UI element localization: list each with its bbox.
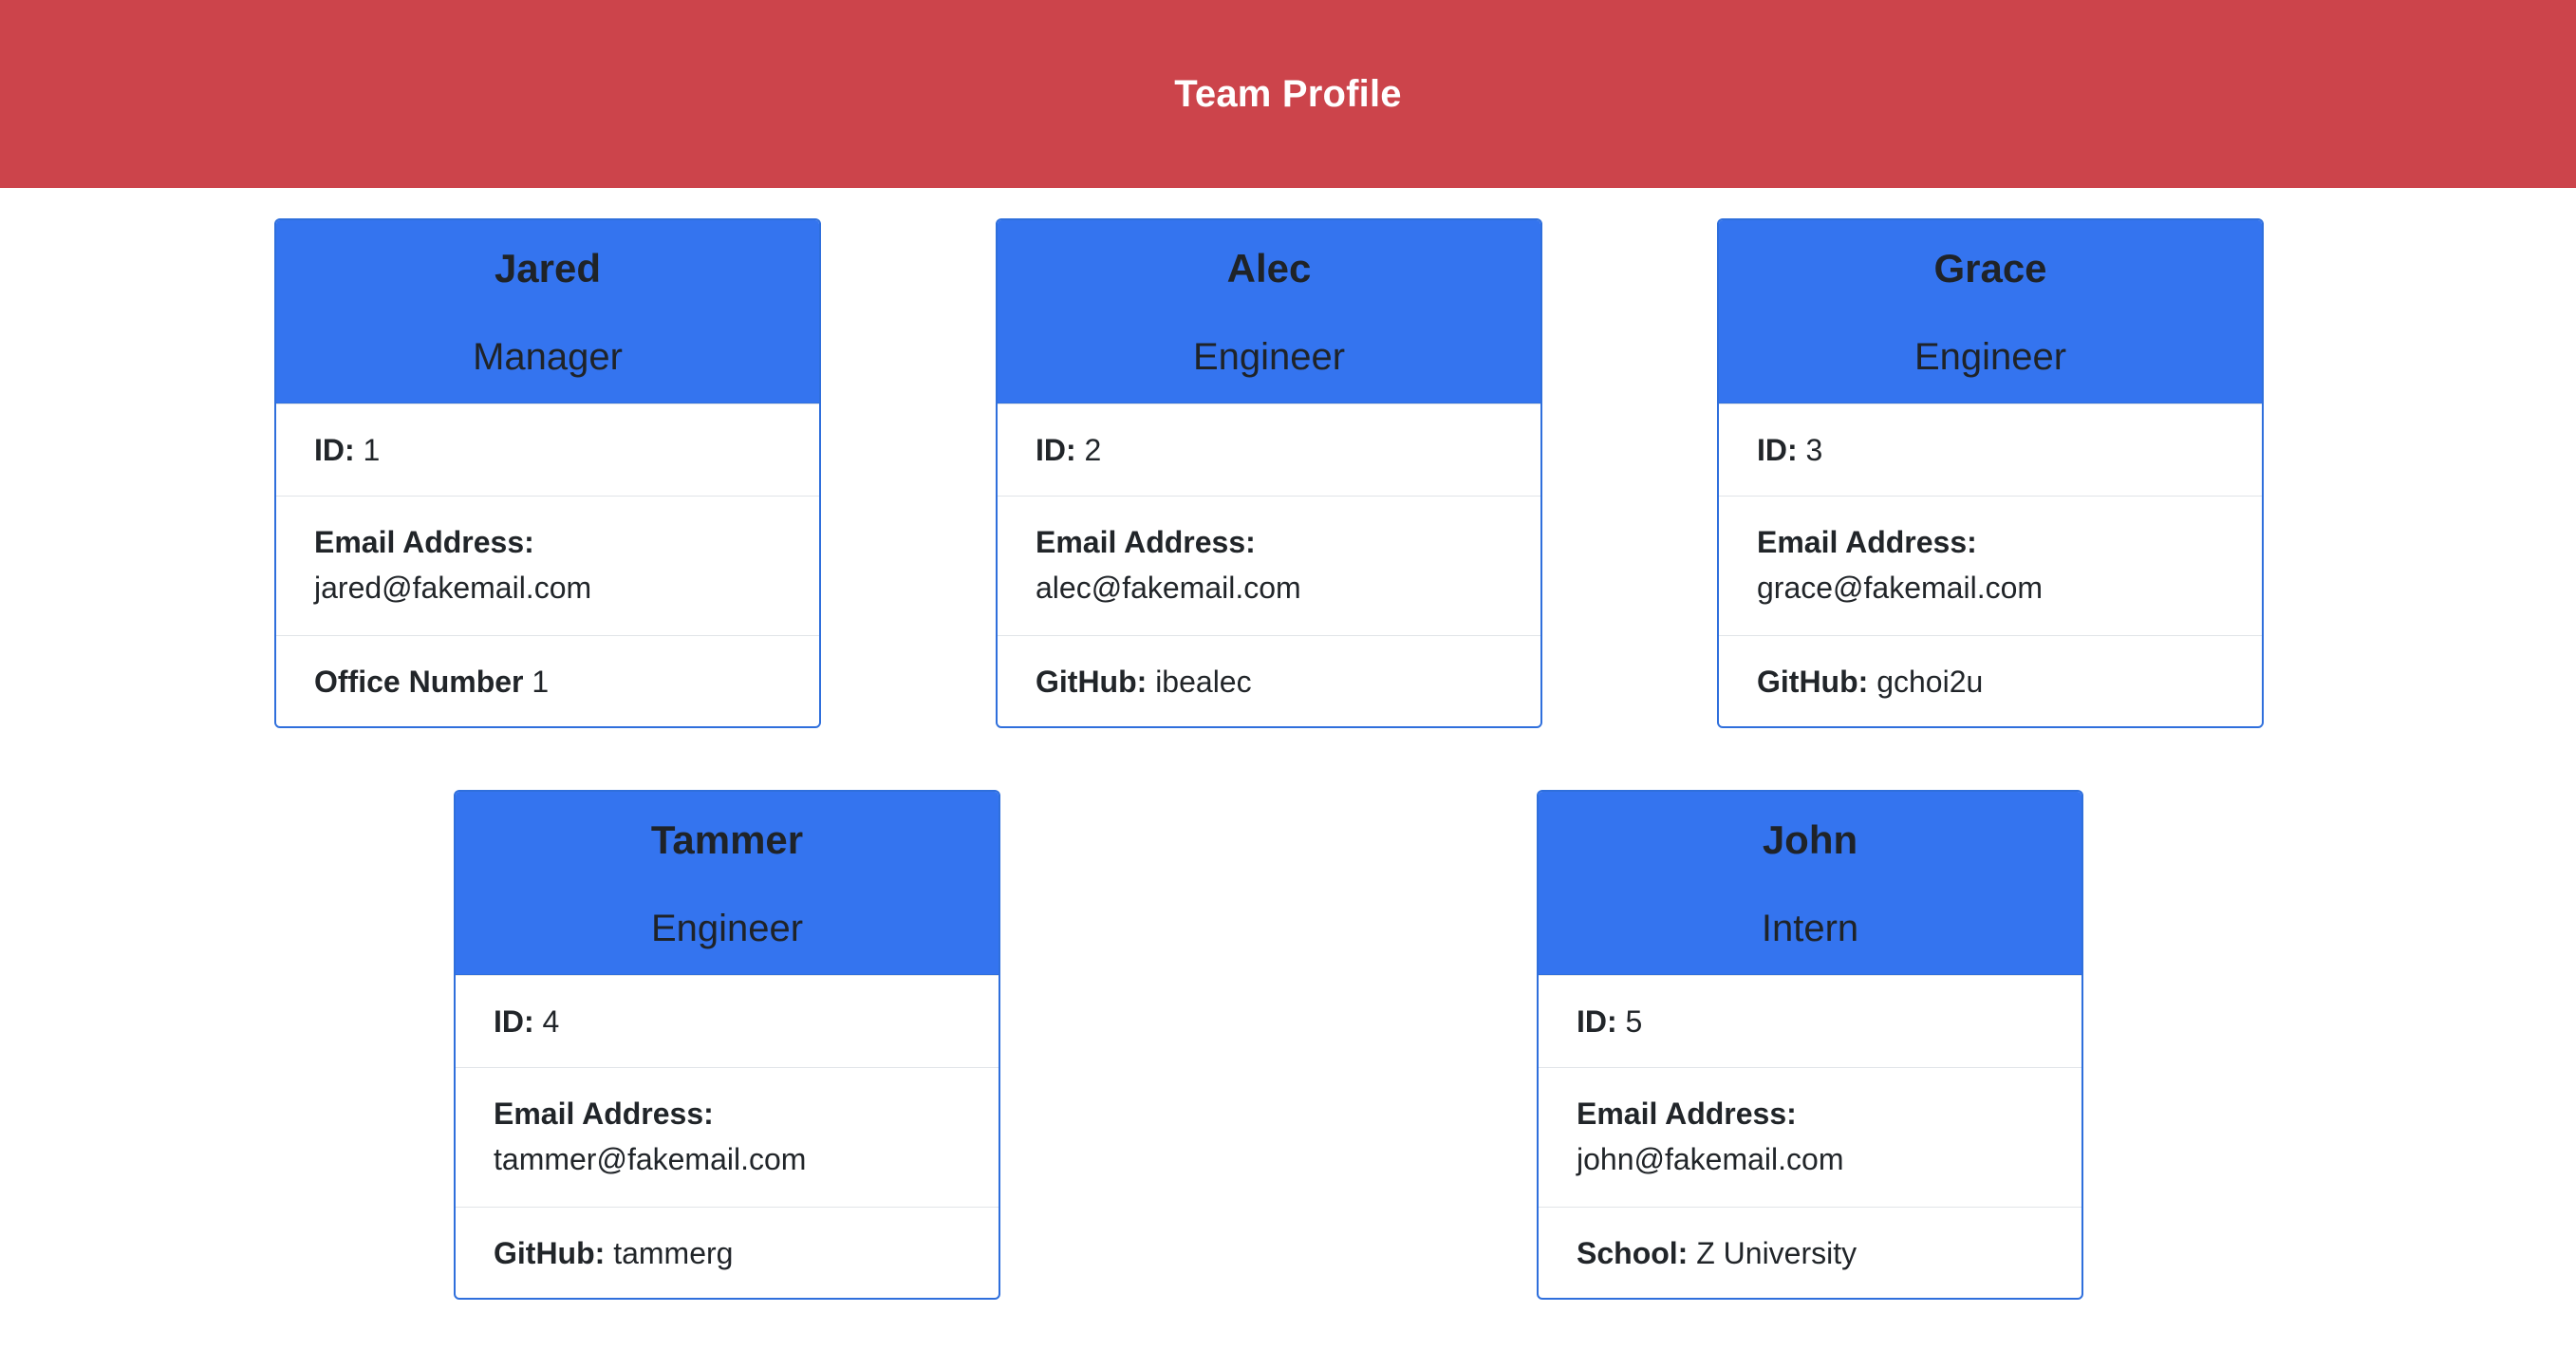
employee-id-row: ID: 3 [1719, 403, 2262, 496]
email-link[interactable]: alec@fakemail.com [1036, 571, 1301, 605]
id-value: 3 [1805, 433, 1823, 467]
employee-school-row: School: Z University [1539, 1207, 2081, 1298]
employee-github-row: GitHub: gchoi2u [1719, 635, 2262, 726]
employee-email-row: Email Address: tammer@fakemail.com [456, 1067, 999, 1207]
employee-card-jared: Jared Manager ID: 1 Email Address: jared… [274, 218, 821, 728]
id-label: ID: [1036, 433, 1076, 467]
employee-role: Intern [1761, 908, 1859, 950]
office-value: 1 [532, 665, 550, 699]
employee-role: Engineer [1913, 336, 2067, 379]
page-title: Team Profile [1174, 72, 1402, 115]
email-link[interactable]: jared@fakemail.com [314, 571, 591, 605]
employee-name: Grace [1933, 246, 2047, 291]
github-link[interactable]: tammerg [613, 1236, 733, 1270]
employee-name: Tammer [650, 817, 804, 862]
email-link[interactable]: grace@fakemail.com [1757, 571, 2043, 605]
github-label: GitHub: [494, 1236, 606, 1270]
employee-email-row: Email Address: alec@fakemail.com [998, 496, 1540, 635]
email-label: Email Address: [1757, 525, 1977, 559]
employee-office-row: Office Number 1 [276, 635, 819, 726]
card-header: Tammer Engineer [456, 792, 999, 975]
employee-card-alec: Alec Engineer ID: 2 Email Address: alec@… [996, 218, 1542, 728]
github-label: GitHub: [1757, 665, 1869, 699]
card-header: Grace Engineer [1719, 220, 2262, 403]
employee-card-tammer: Tammer Engineer ID: 4 Email Address: tam… [454, 790, 1000, 1300]
email-link[interactable]: john@fakemail.com [1577, 1142, 1843, 1176]
employee-name: Alec [1226, 246, 1312, 291]
id-value: 1 [363, 433, 381, 467]
employee-email-row: Email Address: jared@fakemail.com [276, 496, 819, 635]
employee-email-row: Email Address: grace@fakemail.com [1719, 496, 2262, 635]
email-label: Email Address: [494, 1097, 714, 1131]
employee-id-row: ID: 1 [276, 403, 819, 496]
employee-card-grace: Grace Engineer ID: 3 Email Address: grac… [1717, 218, 2264, 728]
github-link[interactable]: ibealec [1155, 665, 1251, 699]
id-value: 4 [542, 1004, 560, 1039]
email-label: Email Address: [314, 525, 534, 559]
school-value: Z University [1696, 1236, 1857, 1270]
email-label: Email Address: [1036, 525, 1256, 559]
page-header: Team Profile [0, 0, 2576, 188]
id-label: ID: [314, 433, 355, 467]
employee-role: Engineer [1192, 336, 1346, 379]
office-label: Office Number [314, 665, 524, 699]
card-header: John Intern [1539, 792, 2081, 975]
employee-id-row: ID: 5 [1539, 975, 2081, 1067]
employee-card-john: John Intern ID: 5 Email Address: john@fa… [1537, 790, 2083, 1300]
id-value: 2 [1084, 433, 1102, 467]
employee-email-row: Email Address: john@fakemail.com [1539, 1067, 2081, 1207]
employee-github-row: GitHub: ibealec [998, 635, 1540, 726]
employee-github-row: GitHub: tammerg [456, 1207, 999, 1298]
id-label: ID: [1757, 433, 1798, 467]
employee-id-row: ID: 2 [998, 403, 1540, 496]
email-label: Email Address: [1577, 1097, 1797, 1131]
school-label: School: [1577, 1236, 1689, 1270]
email-link[interactable]: tammer@fakemail.com [494, 1142, 806, 1176]
employee-name: John [1762, 817, 1858, 862]
employee-name: Jared [494, 246, 602, 291]
id-label: ID: [494, 1004, 534, 1039]
id-label: ID: [1577, 1004, 1617, 1039]
id-value: 5 [1625, 1004, 1643, 1039]
card-header: Alec Engineer [998, 220, 1540, 403]
github-label: GitHub: [1036, 665, 1148, 699]
employee-role: Engineer [650, 908, 804, 950]
employee-id-row: ID: 4 [456, 975, 999, 1067]
github-link[interactable]: gchoi2u [1876, 665, 1983, 699]
card-header: Jared Manager [276, 220, 819, 403]
employee-role: Manager [473, 336, 623, 379]
